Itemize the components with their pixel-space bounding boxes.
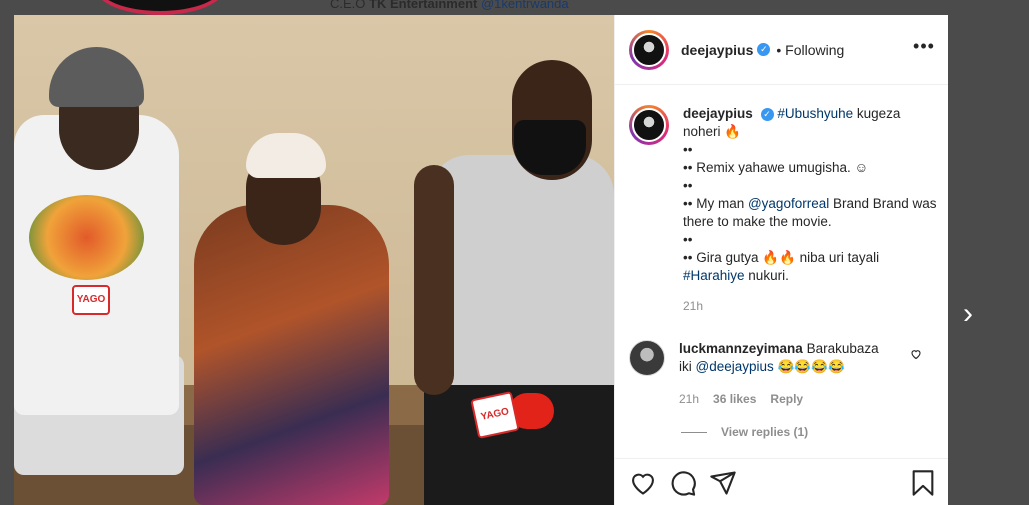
photo-person-right-arm: [414, 165, 454, 395]
bio-link[interactable]: @1kentrwanda: [481, 0, 569, 11]
post-header: deejaypius ✓ • Following •••: [615, 15, 948, 85]
comment-text-suffix: 😂😂😂😂: [773, 359, 845, 374]
author-avatar[interactable]: [629, 29, 669, 70]
verified-icon: ✓: [757, 43, 771, 56]
view-replies-label: View replies (1): [721, 425, 809, 439]
share-icon[interactable]: [709, 469, 737, 497]
comment-mention[interactable]: @deejaypius: [696, 359, 774, 374]
caption-line-7: •• Gira gutya 🔥🔥 niba uri tayali #Harahi…: [683, 249, 939, 285]
caption-username[interactable]: deejaypius: [683, 106, 753, 121]
caption-text: deejaypius ✓ #Ubushyuhe kugeza noheri 🔥 …: [683, 105, 939, 315]
photo-microphone-right: YAGO: [470, 391, 520, 439]
following-button[interactable]: • Following: [776, 42, 844, 58]
comment-likes[interactable]: 36 likes: [713, 392, 756, 406]
bookmark-icon[interactable]: [909, 469, 937, 497]
post-side-panel: deejaypius ✓ • Following ••• deejaypius …: [614, 15, 948, 505]
comment-item: luckmannzeyimana Barakubaza iki @deejayp…: [629, 340, 939, 408]
caption-avatar[interactable]: [629, 105, 669, 145]
bio-company: TK Entertainment: [369, 0, 478, 11]
commenter-avatar[interactable]: [629, 340, 665, 376]
photo-person-right: [429, 155, 614, 385]
caption-line-3: •• Remix yahawe umugisha. ☺: [683, 160, 869, 175]
caption-line-1: deejaypius ✓ #Ubushyuhe kugeza noheri 🔥: [683, 105, 939, 141]
comment-meta: 21h 36 likes Reply: [679, 390, 879, 408]
view-replies-button[interactable]: View replies (1): [681, 425, 808, 439]
profile-bio-strip: C.E.O TK Entertainment @1kentrwanda: [330, 0, 569, 11]
caption-line-5: •• My man @yagoforreal Brand Brand was t…: [683, 195, 939, 231]
more-options-icon[interactable]: •••: [913, 37, 935, 61]
photo-person-center: [194, 205, 389, 505]
comment-icon[interactable]: [669, 469, 697, 497]
photo-shirt-logo: [29, 195, 144, 280]
comment-reply-button[interactable]: Reply: [770, 392, 803, 406]
view-replies-divider: [681, 431, 707, 433]
post-caption: deejaypius ✓ #Ubushyuhe kugeza noheri 🔥 …: [629, 105, 939, 315]
next-post-chevron-icon[interactable]: ›: [955, 299, 981, 330]
bio-prefix: C.E.O: [330, 0, 370, 11]
caption-line-5-prefix: •• My man: [683, 196, 748, 211]
post-modal: YAGO YAGO deejaypius ✓ • Following ••• d…: [14, 15, 948, 505]
caption-line-7-rest: nukuri.: [744, 268, 789, 283]
author-avatar-image: [632, 32, 666, 67]
photo-microphone-left: YAGO: [72, 285, 110, 315]
hashtag-harahiye[interactable]: #Harahiye: [683, 268, 745, 283]
caption-timestamp[interactable]: 21h: [683, 297, 939, 315]
photo-headscarf: [246, 133, 326, 178]
action-bar: [615, 458, 948, 505]
photo-face-mask: [514, 120, 586, 175]
caption-line-2: ••: [683, 142, 693, 157]
author-username[interactable]: deejaypius: [681, 42, 753, 58]
mention-yagoforreal[interactable]: @yagoforreal: [748, 196, 829, 211]
comment-text: luckmannzeyimana Barakubaza iki @deejayp…: [679, 340, 879, 408]
caption-line-6: ••: [683, 232, 693, 247]
caption-avatar-image: [632, 108, 666, 142]
heart-icon[interactable]: [629, 469, 657, 497]
post-photo[interactable]: YAGO YAGO: [14, 15, 614, 505]
commenter-username[interactable]: luckmannzeyimana: [679, 341, 803, 356]
mic-label-left: YAGO: [76, 294, 106, 305]
caption-verified-icon: ✓: [760, 108, 774, 121]
mic-label-right: YAGO: [479, 406, 510, 423]
caption-line-4: ••: [683, 178, 693, 193]
comment-like-heart-icon[interactable]: [910, 348, 922, 360]
hashtag-ubushyuhe[interactable]: #Ubushyuhe: [777, 106, 853, 121]
caption-line-7-prefix: •• Gira gutya 🔥🔥 niba uri tayali: [683, 250, 880, 265]
comment-timestamp[interactable]: 21h: [679, 392, 699, 406]
